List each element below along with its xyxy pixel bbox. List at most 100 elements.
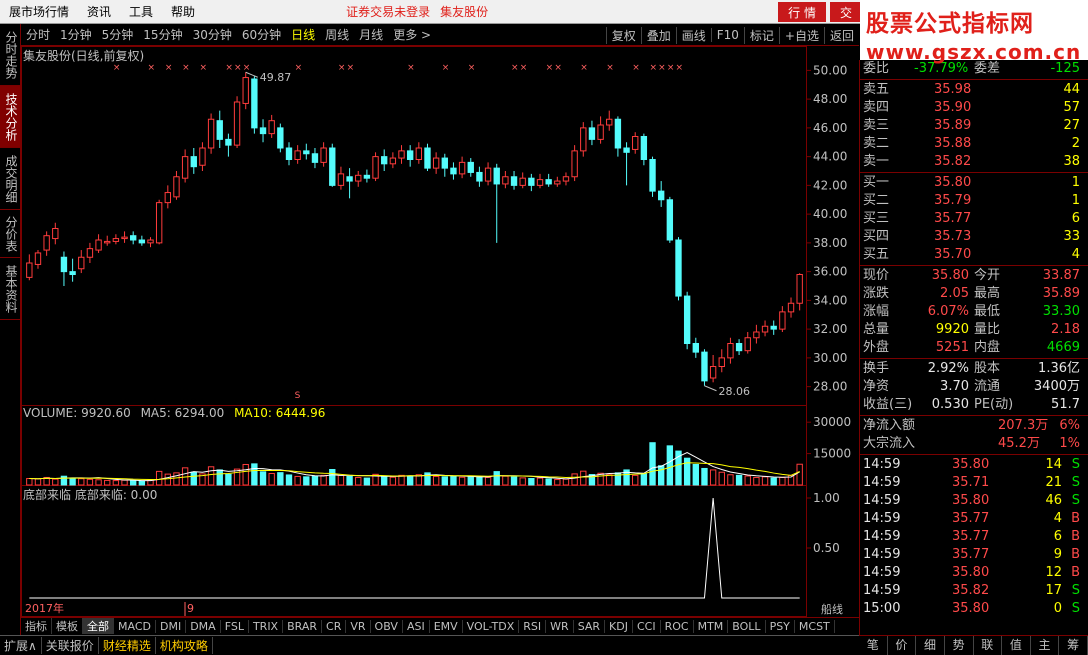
period-30min[interactable]: 30分钟 (188, 26, 237, 43)
tick-time: 14:59 (863, 457, 901, 472)
vtab-price-table[interactable]: 分价表 (0, 210, 20, 258)
indicator-tab[interactable]: WR (546, 619, 574, 633)
indicator-tab[interactable]: OBV (371, 619, 403, 633)
period-daily[interactable]: 日线 (286, 26, 320, 43)
candle-body (640, 136, 648, 160)
volume-bar (346, 475, 353, 486)
tick-volume: 9 (1053, 547, 1062, 562)
volume-bar (753, 476, 760, 486)
menu-market[interactable]: 展市场行情 (0, 3, 78, 20)
mark-button[interactable]: 标记 (743, 26, 779, 44)
back-button[interactable]: 返回 (823, 26, 859, 44)
tick-row: 14:59 35.80 46 S (860, 492, 1088, 510)
indicator-tab[interactable]: VOL-TDX (463, 619, 520, 633)
vtab-trades[interactable]: 成交明细 (0, 148, 20, 210)
candle-body (675, 239, 682, 297)
candle-body (181, 156, 189, 179)
indicator-tab[interactable]: BRAR (283, 619, 323, 633)
quote-tab[interactable]: 主 (1031, 636, 1060, 655)
indicator-tab[interactable]: EMV (430, 619, 463, 633)
signal-x-mark: × (148, 63, 156, 73)
volume-bar (779, 476, 786, 486)
vtab-intraday[interactable]: 分时走势 (0, 24, 20, 86)
candle-body (311, 153, 319, 163)
indicator-tab[interactable]: MTM (694, 619, 729, 633)
indicator-tab[interactable]: 模板 (52, 618, 83, 634)
quote-tab[interactable]: 细 (916, 636, 945, 655)
draw-line-button[interactable]: 画线 (675, 26, 711, 44)
indicator-tab[interactable]: RSI (519, 619, 547, 633)
tick-price: 35.77 (952, 511, 990, 526)
indicator-tab[interactable]: ASI (403, 619, 430, 633)
institution-strategy[interactable]: 机构攻略 (156, 637, 213, 654)
quote-tab[interactable]: 价 (888, 636, 917, 655)
login-status[interactable]: 证券交易未登录 (346, 3, 430, 20)
menu-tools[interactable]: 工具 (120, 3, 162, 20)
indicator-tab[interactable]: CCI (633, 619, 661, 633)
candle-body (701, 351, 708, 382)
quote-tab[interactable]: 笔 (859, 636, 888, 655)
indicator-tab[interactable]: KDJ (605, 619, 633, 633)
add-watchlist-button[interactable]: +自选 (778, 26, 824, 44)
candle-body (415, 147, 423, 160)
volume-bar (104, 479, 111, 486)
indicator-tab[interactable]: SAR (574, 619, 606, 633)
adjust-button[interactable]: 复权 (605, 26, 641, 44)
period-60min[interactable]: 60分钟 (237, 26, 286, 43)
expand-button[interactable]: 扩展∧ (0, 637, 42, 654)
indicator-tab[interactable]: BOLL (728, 619, 766, 633)
indicator-tab[interactable]: 全部 (83, 618, 114, 634)
period-weekly[interactable]: 周线 (320, 26, 354, 43)
stat-label: 最高 (974, 286, 1001, 301)
menu-news[interactable]: 资讯 (78, 3, 120, 20)
quote-tab[interactable]: 势 (945, 636, 974, 655)
indicator-tab[interactable]: PSY (766, 619, 795, 633)
period-15min[interactable]: 15分钟 (138, 26, 187, 43)
candle-body (606, 118, 613, 126)
indicator-tab[interactable]: ROC (661, 619, 694, 633)
indicator-tab[interactable]: TRIX (249, 619, 284, 633)
bid-row: 买三 35.77 6 (860, 210, 1088, 228)
indicator-tab[interactable]: MACD (114, 619, 156, 633)
volume-bar (632, 474, 639, 486)
kline-chart[interactable]: 50.00 48.00 46.00 44.00 42.00 40.00 38.00 36.00… (21, 46, 859, 636)
menu-help[interactable]: 帮助 (162, 3, 204, 20)
period-more[interactable]: 更多 > (388, 26, 436, 43)
period-monthly[interactable]: 月线 (354, 26, 388, 43)
vtab-fundamentals[interactable]: 基本资料 (0, 258, 20, 320)
period-5min[interactable]: 5分钟 (97, 26, 139, 43)
indicator-tab[interactable]: VR (346, 619, 371, 633)
related-quotes[interactable]: 关联报价 (42, 637, 99, 654)
tab-trade[interactable]: 交 (829, 2, 862, 22)
period-intraday[interactable]: 分时 (21, 26, 55, 43)
quote-tab[interactable]: 联 (974, 636, 1003, 655)
volume-bar (155, 470, 163, 486)
quote-tab[interactable]: 值 (1002, 636, 1031, 655)
candle-body (709, 366, 717, 379)
quote-tab[interactable]: 筹 (1059, 636, 1088, 655)
ask-volume: 2 (1071, 136, 1080, 151)
indicator-tab[interactable]: 指标 (21, 618, 52, 634)
candle-body (251, 78, 258, 129)
volume-bar (112, 480, 120, 486)
tick-price: 35.82 (952, 583, 990, 598)
indicator-tab[interactable]: FSL (221, 619, 249, 633)
volume-axis-label: 15000 (813, 447, 851, 461)
indicator-tab[interactable]: CR (322, 619, 347, 633)
vtab-technical[interactable]: 技术分析 (0, 86, 20, 148)
indicator-tab[interactable]: DMI (156, 619, 187, 633)
overlay-button[interactable]: 叠加 (640, 26, 676, 44)
divider (860, 172, 1088, 173)
period-1min[interactable]: 1分钟 (55, 26, 97, 43)
candle-body (355, 174, 362, 182)
volume-bar (458, 476, 466, 486)
indicator-tab[interactable]: MCST (795, 619, 835, 633)
candle-body (242, 77, 249, 104)
indicator-tab[interactable]: DMA (186, 619, 221, 633)
price-axis-label: 48.00 (813, 92, 847, 106)
f10-button[interactable]: F10 (710, 28, 744, 42)
candle-body (545, 179, 552, 185)
finance-picks[interactable]: 财经精选 (99, 637, 156, 654)
tab-quotes[interactable]: 行 情 (778, 2, 826, 22)
candle-body (190, 156, 197, 168)
